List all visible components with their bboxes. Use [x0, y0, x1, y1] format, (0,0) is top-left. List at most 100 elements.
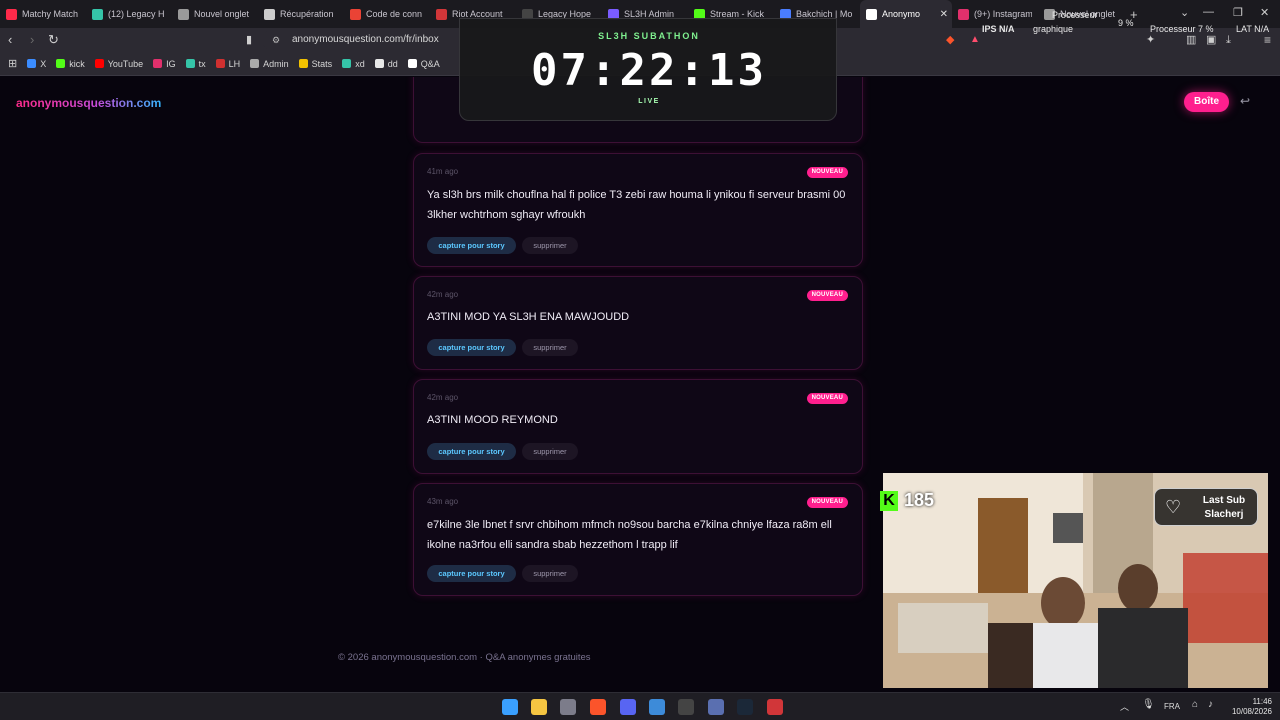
last-sub-widget: ♡ Last Sub Slacherj	[1154, 488, 1258, 526]
bookmark-item[interactable]: Stats	[298, 59, 332, 69]
new-badge: NOUVEAU	[806, 290, 848, 301]
app-icon[interactable]	[560, 699, 576, 715]
tab-favicon-icon	[866, 8, 877, 20]
bookmark-favicon-icon	[250, 59, 260, 68]
perf-fps: IPS N/A	[982, 24, 1015, 34]
bookmark-favicon-icon	[153, 59, 163, 68]
tab-favicon-icon	[350, 8, 361, 20]
app-icon[interactable]	[649, 699, 665, 715]
menu-icon[interactable]: ≡	[1264, 33, 1271, 47]
subathon-title: SL3H SUBATHON	[598, 31, 700, 41]
delete-button[interactable]: supprimer	[522, 339, 578, 356]
bookmark-icon[interactable]: ▮	[246, 33, 252, 47]
windows-start-icon[interactable]	[502, 699, 518, 715]
tab-favicon-icon	[958, 8, 969, 20]
bookmark-item[interactable]: IG	[153, 59, 176, 69]
browser-tab[interactable]: Matchy Match	[0, 0, 86, 28]
capture-story-button[interactable]: capture pour story	[427, 339, 516, 356]
system-clock[interactable]: 11:46 10/08/2026	[1228, 697, 1272, 717]
bookmark-favicon-icon	[407, 59, 417, 68]
language-indicator[interactable]: FRA	[1164, 702, 1180, 711]
bookmark-item[interactable]: Q&A	[407, 58, 440, 69]
delete-button[interactable]: supprimer	[522, 565, 578, 582]
browser-tab[interactable]: Récupération	[258, 0, 344, 28]
clock-time: 11:46	[1252, 697, 1272, 706]
tab-favicon-icon	[6, 8, 17, 20]
delete-button[interactable]: supprimer	[522, 237, 578, 254]
url-text: anonymousquestion.com/fr/inbox	[292, 34, 439, 45]
perf-cpu: 9 %	[1118, 18, 1134, 28]
bookmark-label: Q&A	[420, 58, 440, 69]
downloads-icon[interactable]: ⤓	[1226, 33, 1231, 47]
volume-icon[interactable]: ♪	[1208, 699, 1213, 710]
brave-shield-icon[interactable]: ◆	[946, 33, 954, 47]
sidebar-icon[interactable]: ▥	[1186, 33, 1196, 47]
tab-close-icon[interactable]: ✕	[940, 9, 948, 20]
bookmark-item[interactable]: YouTube	[94, 58, 144, 69]
tab-label: (9+) Instagram	[974, 9, 1032, 19]
browser-tab[interactable]: Anonymo ✕	[860, 0, 952, 28]
bookmark-item[interactable]: xd	[342, 59, 365, 69]
brave-browser-icon[interactable]	[590, 699, 606, 715]
new-badge: NOUVEAU	[806, 393, 848, 404]
tab-label: (12) Legacy H	[108, 9, 165, 19]
bookmark-label: xd	[355, 58, 365, 69]
kick-viewer-count: K 185	[880, 490, 934, 511]
bookmark-label: YouTube	[107, 58, 144, 69]
question-card: 42m ago NOUVEAU A3TINI MOOD REYMOND capture…	[413, 379, 863, 474]
question-card: 42m ago NOUVEAU A3TINI MOD YA SL3H ENA MAW…	[413, 276, 863, 370]
extensions-icon[interactable]: ✦	[1146, 33, 1155, 47]
tab-label: Nouvel onglet	[194, 9, 250, 19]
riot-client-icon[interactable]	[767, 699, 783, 715]
tab-favicon-icon	[264, 8, 275, 20]
bookmark-label: tx	[198, 58, 206, 69]
reload-icon[interactable]: ↻	[48, 33, 59, 47]
bookmark-item[interactable]: dd	[374, 58, 398, 69]
question-time: 41m ago	[427, 167, 459, 176]
steam-icon[interactable]	[737, 699, 753, 715]
tray-chevron-icon[interactable]: ︿	[1120, 700, 1129, 713]
capture-story-button[interactable]: capture pour story	[427, 565, 516, 582]
tab-favicon-icon	[436, 8, 447, 20]
file-explorer-icon[interactable]	[531, 699, 547, 715]
bookmark-item[interactable]: LH	[215, 58, 241, 69]
wallet-icon[interactable]: ▣	[1206, 33, 1216, 47]
heart-icon: ♡	[1165, 497, 1182, 517]
back-icon[interactable]: ‹	[8, 33, 12, 47]
bookmark-item[interactable]: X	[27, 59, 46, 69]
apps-grid-icon[interactable]: ⊞	[8, 57, 17, 70]
network-icon[interactable]: ⌂	[1192, 699, 1198, 710]
minimize-button[interactable]: —	[1203, 6, 1214, 18]
maximize-button[interactable]: ❐	[1233, 6, 1243, 19]
browser-tab[interactable]: Code de conn	[344, 0, 430, 28]
game-launcher-icon[interactable]	[708, 699, 724, 715]
bookmark-label: LH	[228, 58, 241, 69]
capture-story-button[interactable]: capture pour story	[427, 237, 516, 254]
browser-tab[interactable]: Nouvel onglet	[172, 0, 258, 28]
question-card: 43m ago NOUVEAU e7kilne 3le lbnet f srvr c…	[413, 483, 863, 596]
tab-search-icon[interactable]: ⌄	[1180, 6, 1189, 19]
bookmark-label: dd	[387, 58, 398, 69]
site-logo[interactable]: anonymousquestion.com	[16, 96, 161, 110]
tab-label: Récupération	[280, 9, 334, 19]
viewer-count: 185	[904, 490, 935, 510]
inbox-button[interactable]: Boîte	[1184, 92, 1229, 112]
bookmark-item[interactable]: Admin	[250, 59, 289, 69]
bookmark-item[interactable]: tx	[185, 58, 206, 69]
brave-rewards-icon[interactable]: ▲	[970, 33, 980, 47]
browser-tab[interactable]: (12) Legacy H	[86, 0, 172, 28]
forward-icon[interactable]: ›	[30, 33, 34, 47]
tab-favicon-icon	[92, 8, 103, 20]
footer-copyright: © 2026 anonymousquestion.com · Q&A anony…	[338, 652, 591, 663]
delete-button[interactable]: supprimer	[522, 443, 578, 460]
discord-icon[interactable]	[620, 699, 636, 715]
obs-icon[interactable]	[678, 699, 694, 715]
question-text: A3TINI MOOD REYMOND	[427, 414, 558, 426]
site-info-icon[interactable]: ⚙	[272, 30, 280, 50]
question-card: 41m ago NOUVEAU Ya sl3h brs milk chouflna …	[413, 153, 863, 267]
close-window-button[interactable]: ✕	[1260, 6, 1269, 19]
microphone-icon[interactable]: 🎙	[1142, 699, 1155, 710]
logout-icon[interactable]: ↩	[1240, 94, 1250, 108]
bookmark-item[interactable]: kick	[56, 59, 85, 69]
capture-story-button[interactable]: capture pour story	[427, 443, 516, 460]
